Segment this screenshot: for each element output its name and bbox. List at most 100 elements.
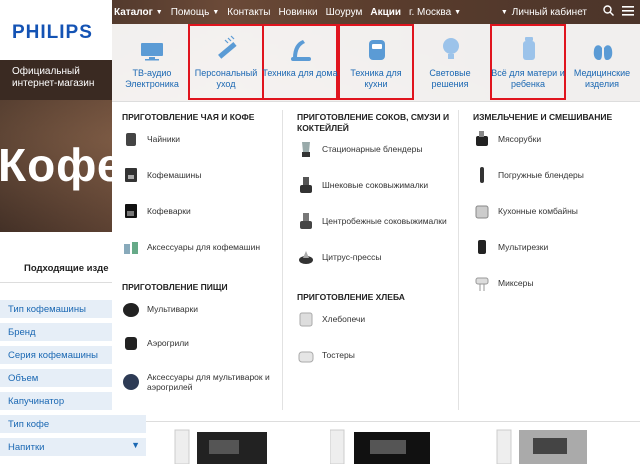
menu-col-cooking: ПРИГОТОВЛЕНИЕ ПИЩИ <box>122 282 287 293</box>
menu-item-label: Центробежные соковыжималки <box>322 216 447 226</box>
menu-item[interactable]: Цитрус-прессы <box>297 248 381 266</box>
filter-item-ext[interactable] <box>112 415 146 433</box>
chevron-down-icon: ▼ <box>454 8 462 16</box>
baby-bottle-icon <box>523 37 535 60</box>
coffee-machine-image <box>329 429 430 464</box>
menu-item[interactable]: Шнековые соковыжималки <box>297 176 428 194</box>
filter-item-ext[interactable]: ▼ <box>112 438 146 456</box>
category-label: Медицинские изделия <box>573 68 631 89</box>
filter-item[interactable]: Серия кофемашины <box>0 346 112 364</box>
filter-item[interactable]: Капучинатор <box>0 392 112 410</box>
lungs-icon <box>593 40 613 60</box>
comb-icon <box>218 35 237 59</box>
category-lighting[interactable]: Световые решения <box>412 24 488 100</box>
nav-catalog[interactable]: Каталог ▼ <box>114 7 163 18</box>
toaster-icon <box>298 351 314 363</box>
menu-item[interactable]: Хлебопечи Мультиварки <box>122 300 198 318</box>
hero-title: Кофе <box>0 139 124 191</box>
category-bar: ТВ-аудио Электроника Персональный уход Т… <box>112 24 640 102</box>
coffee-machine-image <box>496 429 587 464</box>
product-card[interactable] <box>485 424 595 464</box>
category-mother-child[interactable]: Всё для матери и ребенка <box>490 24 566 100</box>
vacuum-icon <box>291 40 311 61</box>
product-card[interactable] <box>165 424 275 464</box>
menu-heading: ПРИГОТОВЛЕНИЕ СОКОВ, СМУЗИ И КОКТЕЙЛЕЙ <box>297 112 450 133</box>
nav-help-label: Помощь <box>170 6 210 18</box>
category-label: Персональный уход <box>194 68 258 89</box>
menu-item-label: Цитрус-прессы <box>322 252 382 262</box>
menu-item[interactable]: Кофемашины <box>122 166 201 184</box>
menu-item-label: Аэрогрили <box>147 338 189 348</box>
menu-item[interactable]: Хлебопечи <box>297 310 365 328</box>
nav-showroom[interactable]: Шоурум <box>326 7 363 18</box>
menu-item-label: Кофемашины <box>147 170 202 180</box>
mixer-icon <box>475 277 489 291</box>
user-icon: ▼ <box>500 8 508 16</box>
menu-item[interactable]: Погружные блендеры <box>473 166 584 184</box>
nav-city[interactable]: г. Москва ▼ <box>409 7 461 18</box>
kettle-icon <box>126 133 136 146</box>
category-medical[interactable]: Медицинские изделия <box>564 24 640 100</box>
coffee-maker-icon <box>125 204 137 218</box>
filter-item[interactable]: Тип кофе <box>0 415 112 433</box>
menu-item-label: Погружные блендеры <box>498 170 584 180</box>
menu-item[interactable]: Кофеварки <box>122 202 191 220</box>
airfryer-icon <box>369 40 385 60</box>
menu-item-label: Мясорубки <box>498 134 542 144</box>
top-nav: Каталог ▼ Помощь ▼ Контакты Новинки Шоурум… <box>112 0 640 24</box>
category-tv-audio[interactable]: ТВ-аудио Электроника <box>114 24 190 100</box>
category-home[interactable]: Техника для дома <box>262 24 338 100</box>
filter-item[interactable]: Тип кофемашины <box>0 300 112 318</box>
mega-menu: ПРИГОТОВЛЕНИЕ ЧАЯ И КОФЕ Чайники Кофемаш… <box>112 102 640 422</box>
menu-item[interactable]: Миксеры <box>473 274 533 292</box>
coffee-accessories-icon <box>124 242 138 254</box>
menu-item[interactable]: Аксессуары для кофемашин <box>122 238 260 256</box>
nav-deals[interactable]: Акции <box>370 7 401 18</box>
nav-contacts[interactable]: Контакты <box>227 7 270 18</box>
nav-news[interactable]: Новинки <box>278 7 317 18</box>
category-label: Техника для дома <box>262 68 338 78</box>
menu-heading: ПРИГОТОВЛЕНИЕ ЧАЯ И КОФЕ <box>122 112 255 122</box>
menu-item-label: Шнековые соковыжималки <box>322 180 429 190</box>
nav-account[interactable]: ▼ Личный кабинет <box>501 7 587 18</box>
search-icon[interactable] <box>603 5 614 19</box>
filter-item[interactable]: Напитки <box>0 438 112 456</box>
menu-heading: ИЗМЕЛЬЧЕНИЕ И СМЕШИВАНИЕ <box>473 112 613 122</box>
category-label: Всё для матери и ребенка <box>491 68 565 89</box>
divider <box>282 110 283 410</box>
accessories-icon <box>123 374 139 390</box>
multicutter-icon <box>478 240 486 254</box>
nav-help[interactable]: Помощь ▼ <box>171 7 220 18</box>
menu-item[interactable]: Аксессуары для мультиварок и аэрогрилей <box>122 372 282 392</box>
coffee-machine-image <box>174 429 267 464</box>
top-nav-right: ▼ Личный кабинет <box>501 0 634 24</box>
category-kitchen[interactable]: Техника для кухни <box>338 24 414 100</box>
category-personal-care[interactable]: Персональный уход <box>188 24 264 100</box>
menu-item[interactable]: Аэрогрили <box>122 334 189 352</box>
philips-logo[interactable]: PHILIPS <box>12 22 93 44</box>
filter-item[interactable]: Объем <box>0 369 112 387</box>
meat-grinder-icon <box>476 131 488 146</box>
menu-item[interactable]: Тостеры <box>297 346 355 364</box>
citrus-press-icon <box>299 251 313 264</box>
logo-subtitle: Официальный интернет-магазин <box>0 60 112 100</box>
product-card[interactable] <box>329 424 440 464</box>
food-processor-icon <box>475 205 489 219</box>
menu-item-label: Мультиварки <box>147 304 198 314</box>
filter-item[interactable]: Бренд <box>0 323 112 341</box>
logo-panel[interactable]: PHILIPS Официальный интернет-магазин <box>0 0 112 100</box>
chevron-down-icon: ▼ <box>155 8 163 16</box>
menu-col-juices: ПРИГОТОВЛЕНИЕ СОКОВ, СМУЗИ И КОКТЕЙЛЕЙ <box>297 112 457 134</box>
breadmaker-icon <box>299 312 313 327</box>
menu-item[interactable]: Мясорубки <box>473 130 541 148</box>
menu-item[interactable]: Стационарные блендеры <box>297 140 422 158</box>
menu-item[interactable]: Центробежные соковыжималки <box>297 212 447 230</box>
divider <box>0 282 112 283</box>
menu-item-label: Хлебопечи <box>322 314 366 324</box>
menu-item[interactable]: Кухонные комбайны <box>473 202 578 220</box>
menu-item[interactable]: Мультирезки <box>473 238 548 256</box>
category-label: Световые решения <box>429 68 471 89</box>
menu-heading: ПРИГОТОВЛЕНИЕ ХЛЕБА <box>297 292 405 302</box>
menu-item[interactable]: Чайники <box>122 130 180 148</box>
menu-icon[interactable] <box>622 5 634 19</box>
